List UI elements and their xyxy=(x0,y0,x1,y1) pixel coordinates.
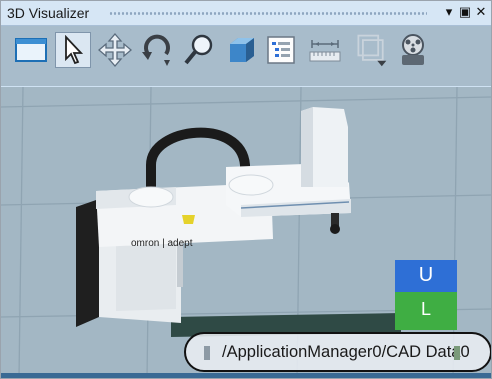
bounding-box-icon xyxy=(357,34,387,67)
move-button[interactable] xyxy=(97,32,133,68)
select-pointer-button[interactable] xyxy=(55,32,91,68)
cad-handle-right xyxy=(454,346,460,360)
close-icon[interactable]: ✕ xyxy=(473,4,489,20)
zoom-button[interactable] xyxy=(181,32,217,68)
status-strip xyxy=(1,373,491,378)
list-view-button[interactable] xyxy=(263,32,299,68)
maximize-icon[interactable]: ▣ xyxy=(457,4,473,20)
cad-data-path: /ApplicationManager0/CAD Data0 xyxy=(222,343,470,361)
toolbar xyxy=(1,26,491,86)
3d-viewport[interactable]: omron | adept U L /ApplicationManager0/C… xyxy=(1,87,491,378)
cad-handle-left xyxy=(204,346,210,360)
u-block[interactable]: U xyxy=(395,260,457,292)
window-title: 3D Visualizer xyxy=(7,5,90,21)
list-view-icon xyxy=(267,36,295,64)
view-window-button[interactable] xyxy=(13,32,49,68)
rotate-button[interactable] xyxy=(139,32,175,68)
l-block[interactable]: L xyxy=(395,292,457,330)
robot-brand-label: omron | adept xyxy=(131,238,193,249)
solid-box-icon xyxy=(230,38,254,62)
view-window-icon xyxy=(15,38,47,62)
move-arrows-icon xyxy=(98,33,132,67)
title-grip[interactable] xyxy=(109,11,427,16)
measure-ruler-icon xyxy=(309,40,341,62)
select-pointer-icon xyxy=(65,35,84,65)
bounding-box-button[interactable] xyxy=(353,32,389,68)
solid-view-button[interactable] xyxy=(223,32,259,68)
visualizer-window: 3D Visualizer ▾ ▣ ✕ omron | adept U L /A… xyxy=(0,0,492,379)
rotate-icon xyxy=(142,34,170,66)
title-bar: 3D Visualizer ▾ ▣ ✕ xyxy=(1,1,491,26)
record-button[interactable] xyxy=(395,32,431,68)
zoom-magnifier-icon xyxy=(184,34,213,65)
cad-data-label[interactable]: /ApplicationManager0/CAD Data0 xyxy=(184,332,491,372)
camera-reel-icon xyxy=(402,34,424,65)
measure-button[interactable] xyxy=(307,32,343,68)
dropdown-icon[interactable]: ▾ xyxy=(441,4,457,20)
